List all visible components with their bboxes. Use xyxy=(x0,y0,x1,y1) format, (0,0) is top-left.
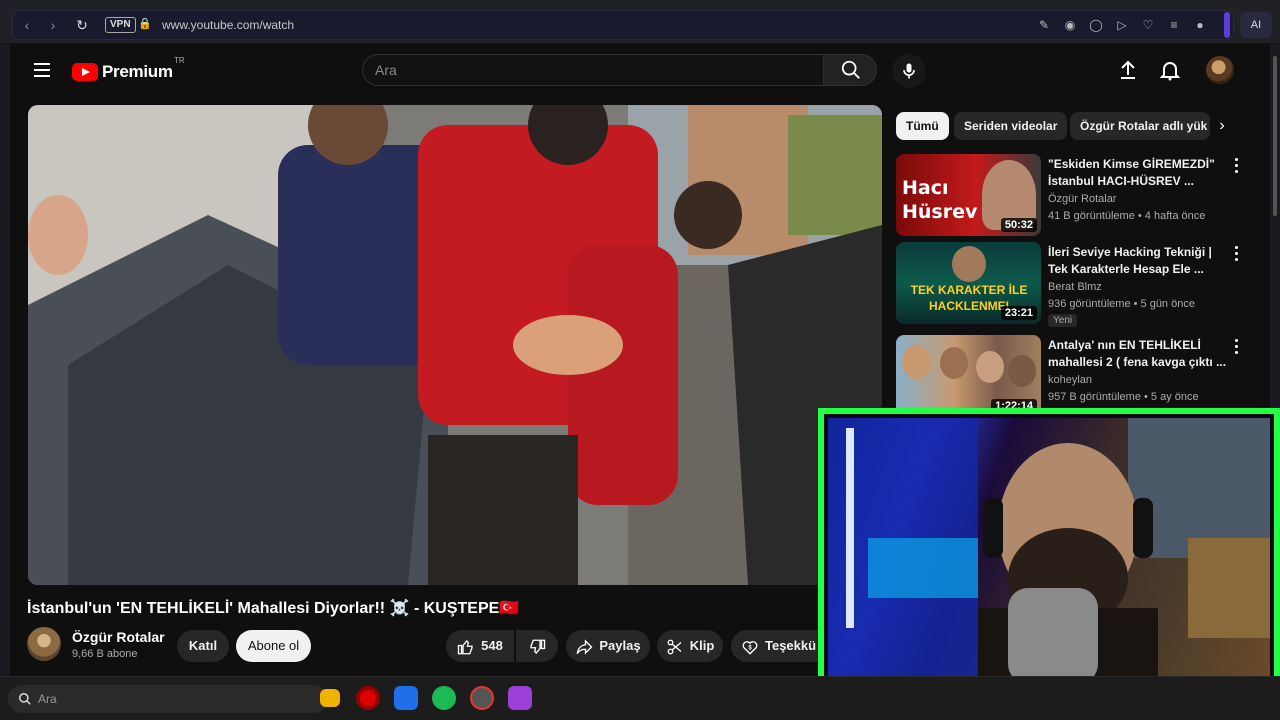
more-options-icon[interactable] xyxy=(1232,246,1240,264)
recommendation-item[interactable]: Hacı Hüsrev 50:32 "Eskiden Kimse GİREMEZ… xyxy=(896,154,1246,238)
yt-header: Premium TR xyxy=(10,44,1270,98)
left-rail xyxy=(0,44,10,676)
rec-meta: 936 görüntüleme • 5 gün önce xyxy=(1048,298,1195,310)
recommendation-item[interactable]: TEK KARAKTER İLE HACKLENMEI 23:21 İleri … xyxy=(896,242,1246,327)
url-text[interactable]: www.youtube.com/watch xyxy=(162,18,294,32)
more-options-icon[interactable] xyxy=(1232,158,1240,176)
taskbar-search[interactable]: Ara xyxy=(8,685,328,713)
duration-badge: 50:32 xyxy=(1000,218,1037,232)
rec-title[interactable]: Antalya' nın EN TEHLİKELİ mahallesi 2 ( … xyxy=(1048,337,1228,371)
recommendation-item[interactable]: 1:22:14 Antalya' nın EN TEHLİKELİ mahall… xyxy=(896,335,1246,419)
hamburger-menu-icon[interactable] xyxy=(34,63,50,77)
join-button[interactable]: Katıl xyxy=(177,630,229,662)
rec-channel[interactable]: Berat Blmz xyxy=(1048,281,1102,293)
search-input[interactable] xyxy=(375,55,805,85)
more-options-icon[interactable] xyxy=(1232,339,1240,357)
rec-channel[interactable]: Özgür Rotalar xyxy=(1048,193,1116,205)
thumbnail[interactable]: TEK KARAKTER İLE HACKLENMEI 23:21 xyxy=(896,242,1041,324)
share-icon xyxy=(576,638,593,655)
svg-text:$: $ xyxy=(748,645,752,651)
thanks-heart-icon: $ xyxy=(742,640,758,655)
thumbnail-text: Hacı Hüsrev xyxy=(902,177,978,223)
voice-search-button[interactable] xyxy=(892,54,926,88)
clip-label: Klip xyxy=(689,638,715,653)
subscriber-count: 9,66 B abone xyxy=(72,648,138,660)
share-label: Paylaş xyxy=(599,638,641,653)
rec-title[interactable]: İleri Seviye Hacking Tekniği | Tek Karak… xyxy=(1048,244,1228,278)
ai-button[interactable]: AI xyxy=(1240,12,1272,38)
scissors-icon xyxy=(667,639,682,654)
heart-icon[interactable]: ♡ xyxy=(1140,17,1156,33)
youtube-logo-icon xyxy=(72,63,98,81)
subscribe-label: Abone ol xyxy=(247,638,300,653)
like-button[interactable]: 548 xyxy=(446,630,514,662)
thumbnail[interactable]: Hacı Hüsrev 50:32 xyxy=(896,154,1041,236)
os-taskbar: Ara xyxy=(0,676,1280,720)
browser-toolbar: ‹ › ↻ VPN 🔒 www.youtube.com/watch ✎ ◉ ◯ … xyxy=(0,0,1280,44)
search-box xyxy=(362,54,824,86)
edit-icon[interactable]: ✎ xyxy=(1036,17,1052,33)
user-avatar[interactable] xyxy=(1206,56,1234,84)
ai-label: AI xyxy=(1250,19,1262,31)
logo-region: TR xyxy=(174,56,185,65)
chevron-right-icon[interactable]: › xyxy=(1212,116,1232,136)
video-frame xyxy=(28,105,882,585)
rec-title[interactable]: "Eskiden Kimse GİREMEZDİ" İstanbul HACI-… xyxy=(1048,156,1228,190)
play-icon[interactable]: ▷ xyxy=(1114,17,1130,33)
new-badge: Yeni xyxy=(1048,314,1078,327)
thumbs-up-icon xyxy=(457,639,473,654)
rec-meta: 957 B görüntüleme • 5 ay önce xyxy=(1048,391,1199,403)
subscribe-button[interactable]: Abone ol xyxy=(236,630,311,662)
spotify-icon[interactable] xyxy=(432,686,456,710)
channel-avatar[interactable] xyxy=(27,627,61,661)
rec-meta: 41 B görüntüleme • 4 hafta önce xyxy=(1048,210,1206,222)
thumbs-down-icon xyxy=(530,639,546,654)
search-button[interactable] xyxy=(823,54,877,86)
opera-icon[interactable] xyxy=(356,686,380,710)
taskbar-search-label: Ara xyxy=(38,692,57,706)
shield-icon[interactable]: ◯ xyxy=(1088,17,1104,33)
thumbnail[interactable]: 1:22:14 xyxy=(896,335,1041,417)
vpn-badge[interactable]: VPN xyxy=(105,17,136,33)
file-explorer-icon[interactable] xyxy=(320,689,340,707)
back-icon[interactable]: ‹ xyxy=(18,16,36,34)
app-icon[interactable] xyxy=(470,686,494,710)
menu-lines-icon[interactable]: ≡ xyxy=(1166,17,1182,33)
duration-badge: 23:21 xyxy=(1000,306,1037,320)
webcam-overlay xyxy=(818,408,1280,694)
share-button[interactable]: Paylaş xyxy=(566,630,650,662)
search-icon xyxy=(841,60,860,79)
profile-icon[interactable]: ● xyxy=(1192,17,1208,33)
rec-channel[interactable]: koheylan xyxy=(1048,374,1092,386)
channel-name[interactable]: Özgür Rotalar xyxy=(72,629,165,645)
join-label: Katıl xyxy=(188,638,218,653)
like-count: 548 xyxy=(481,638,503,653)
thanks-label: Teşekkü xyxy=(765,638,817,653)
notifications-bell-icon[interactable] xyxy=(1158,58,1182,82)
mail-icon[interactable] xyxy=(394,686,418,710)
upload-icon[interactable] xyxy=(1116,58,1140,82)
thanks-button[interactable]: $ Teşekkü xyxy=(731,630,821,662)
filter-chips: Tümü Seriden videolar Özgür Rotalar adlı… xyxy=(896,112,1236,140)
chip-channel[interactable]: Özgür Rotalar adlı yük xyxy=(1070,112,1210,140)
logo-text: Premium xyxy=(102,62,173,81)
camera-app-icon[interactable] xyxy=(508,686,532,710)
video-player[interactable] xyxy=(28,105,882,585)
sidebar-toggle[interactable] xyxy=(1224,12,1230,38)
search-icon xyxy=(19,693,31,705)
lock-icon[interactable]: 🔒 xyxy=(138,17,152,30)
clip-button[interactable]: Klip xyxy=(657,630,723,662)
dislike-button[interactable] xyxy=(516,630,558,662)
mic-icon xyxy=(903,63,915,79)
chip-series[interactable]: Seriden videolar xyxy=(954,112,1068,140)
webcam-feed xyxy=(828,418,1270,684)
camera-icon[interactable]: ◉ xyxy=(1062,17,1078,33)
reload-icon[interactable]: ↻ xyxy=(73,16,91,34)
chip-all[interactable]: Tümü xyxy=(896,112,949,140)
forward-icon[interactable]: › xyxy=(44,16,62,34)
video-title: İstanbul'un 'EN TEHLİKELİ' Mahallesi Diy… xyxy=(27,600,520,617)
